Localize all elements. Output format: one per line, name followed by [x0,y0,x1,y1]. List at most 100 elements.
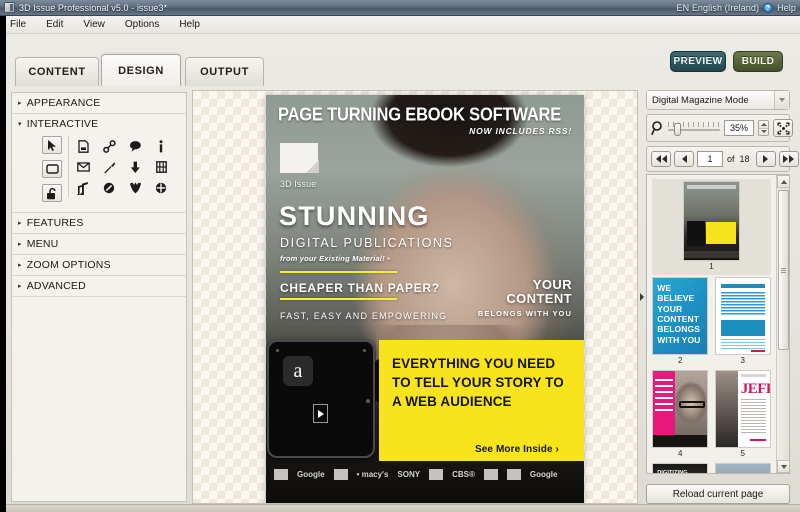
fit-to-screen-icon[interactable] [773,119,793,137]
email-envelope-icon[interactable] [73,158,93,176]
mode-select-row: Digital Magazine Mode [646,90,790,110]
chevron-right-icon: ▸ [18,99,22,107]
build-button[interactable]: BUILD [733,51,783,72]
unlock-padlock-icon[interactable] [42,184,62,202]
scroll-down-icon[interactable] [777,460,789,473]
menu-item-file[interactable]: File [8,18,28,31]
zoom-slider-knob[interactable] [674,123,681,136]
cover-see-more-link[interactable]: See More Inside › [475,444,559,455]
help-question-icon[interactable]: ? [763,2,774,13]
thumbnail-image [714,463,771,473]
sidebar-section-label: INTERACTIVE [26,118,99,130]
zoom-slider[interactable] [668,120,720,136]
video-handle-top-right[interactable] [363,349,366,352]
thumbnail-image: DIGITIZING YOUR CONTENT HAS NEVER BEEN E… [652,463,709,473]
page-link-icon[interactable] [73,137,93,155]
thumb-yellow-block [706,222,736,244]
sidebar-section-menu[interactable]: ▸ MENU [12,234,186,255]
download-arrow-icon[interactable] [125,158,145,176]
page-canvas[interactable]: PAGE TURNING EBOOK SOFTWARE NOW INCLUDES… [192,90,638,504]
magazine-cover-page[interactable]: PAGE TURNING EBOOK SOFTWARE NOW INCLUDES… [266,95,584,503]
interactive-tool-grid-secondary [68,136,171,197]
video-handle-right[interactable] [366,399,370,403]
title-bar: 3D Issue Professional v5.0 - issue3* EN … [0,0,800,16]
globe-button-icon[interactable] [151,179,171,197]
status-bar [0,504,800,512]
logo-nyt-icon [274,468,288,480]
cover-rule-top [280,271,397,273]
thumbnail-image: WE BELIEVE YOUR CONTENT BELONGS WITH YOU [652,277,709,355]
cover-yellow-callout: EVERYTHING YOU NEED TO TELL YOUR STORY T… [379,340,584,461]
music-note-icon[interactable] [73,179,93,197]
speech-bubble-icon[interactable] [125,137,145,155]
previous-page-icon[interactable] [674,151,694,167]
cover-your-content: YOUR CONTENT [506,277,572,306]
tab-design[interactable]: DESIGN [101,54,181,86]
rectangle-shape-icon[interactable] [42,160,62,178]
film-strip-icon[interactable] [151,158,171,176]
scroll-up-icon[interactable] [777,175,789,188]
sidebar-section-appearance[interactable]: ▸ APPEARANCE [12,93,186,114]
zoom-spinner[interactable] [758,120,769,136]
sidebar-section-interactive[interactable]: ▾ INTERACTIVE [12,114,186,134]
thumbnail-page-4[interactable]: 4 [652,370,709,461]
thumbnail-page-7[interactable]: 7 [714,463,772,473]
thumb-accent-mark [749,439,766,441]
title-bar-right-group: EN English (Ireland) ? Help [677,2,796,13]
zoom-spinner-down[interactable] [759,127,768,135]
flashlight-icon[interactable] [99,158,119,176]
sidebar-section-label: ZOOM OPTIONS [26,259,111,271]
cover-cheaper-line: CHEAPER THAN PAPER? [280,281,440,295]
embedded-video-object[interactable]: a [267,340,375,458]
thumb-logo-strip [684,251,739,258]
skip-to-first-icon[interactable] [651,151,671,167]
thumbnail-page-1[interactable]: 1 [652,179,771,275]
menu-item-view[interactable]: View [81,18,107,31]
digital-mode-select[interactable]: Digital Magazine Mode [647,91,789,109]
menu-item-options[interactable]: Options [123,18,161,31]
sidebar-section-zoom-options[interactable]: ▸ ZOOM OPTIONS [12,255,186,276]
bird-icon[interactable] [125,179,145,197]
magnifier-icon [651,120,664,136]
video-handle-top-left[interactable] [276,349,279,352]
menu-item-edit[interactable]: Edit [44,18,65,31]
thumb-header-bar [740,374,766,377]
hyperlink-chain-icon[interactable] [99,137,119,155]
zoom-controls-row: 35% [646,114,793,142]
current-page-input[interactable]: 1 [697,151,723,167]
zoom-value-input[interactable]: 35% [724,120,754,136]
slash-circle-icon[interactable] [99,179,119,197]
thumbnail-scrollbar[interactable] [776,175,789,473]
scrollbar-thumb[interactable] [778,190,789,350]
sidebar-section-advanced[interactable]: ▸ ADVANCED [12,276,186,297]
application-window: 3D Issue Professional v5.0 - issue3* EN … [0,0,800,512]
menu-item-help[interactable]: Help [177,18,202,31]
page-thumbnail-list[interactable]: 1 WE BELIEVE YOUR CONTENT BELONGS WITH Y… [646,174,790,474]
chevron-right-icon: ▸ [18,282,22,290]
thumbnail-number: 4 [678,449,683,458]
cursor-select-icon[interactable] [42,136,62,154]
help-link[interactable]: Help [777,3,796,13]
thumbnail-page-2[interactable]: WE BELIEVE YOUR CONTENT BELONGS WITH YOU… [652,277,709,368]
3d-issue-logo-icon [280,143,324,177]
reload-current-page-button[interactable]: Reload current page [646,484,790,504]
preview-button[interactable]: PREVIEW [670,51,726,72]
thumb-portrait [715,371,738,447]
logo-cbs: CBS® [452,469,475,479]
thumbnail-page-3[interactable]: 3 [714,277,772,368]
chevron-down-icon[interactable] [774,91,789,109]
thumbnail-page-6[interactable]: DIGITIZING YOUR CONTENT HAS NEVER BEEN E… [652,463,709,473]
total-pages-label: 18 [739,154,750,164]
language-indicator[interactable]: EN English (Ireland) [677,3,760,13]
skip-to-last-icon[interactable] [778,151,799,167]
collapse-right-panel-arrow-icon[interactable] [638,286,646,308]
tab-output[interactable]: OUTPUT [185,57,264,86]
video-play-button-icon[interactable] [313,404,328,423]
logo-google-1: Google [297,469,325,479]
thumbnail-page-5[interactable]: JEFF 5 [714,370,772,461]
cover-headline: PAGE TURNING EBOOK SOFTWARE [278,104,562,126]
tab-content[interactable]: CONTENT [15,57,99,86]
info-icon[interactable] [151,137,171,155]
next-page-icon[interactable] [755,151,776,167]
sidebar-section-features[interactable]: ▸ FEATURES [12,213,186,234]
